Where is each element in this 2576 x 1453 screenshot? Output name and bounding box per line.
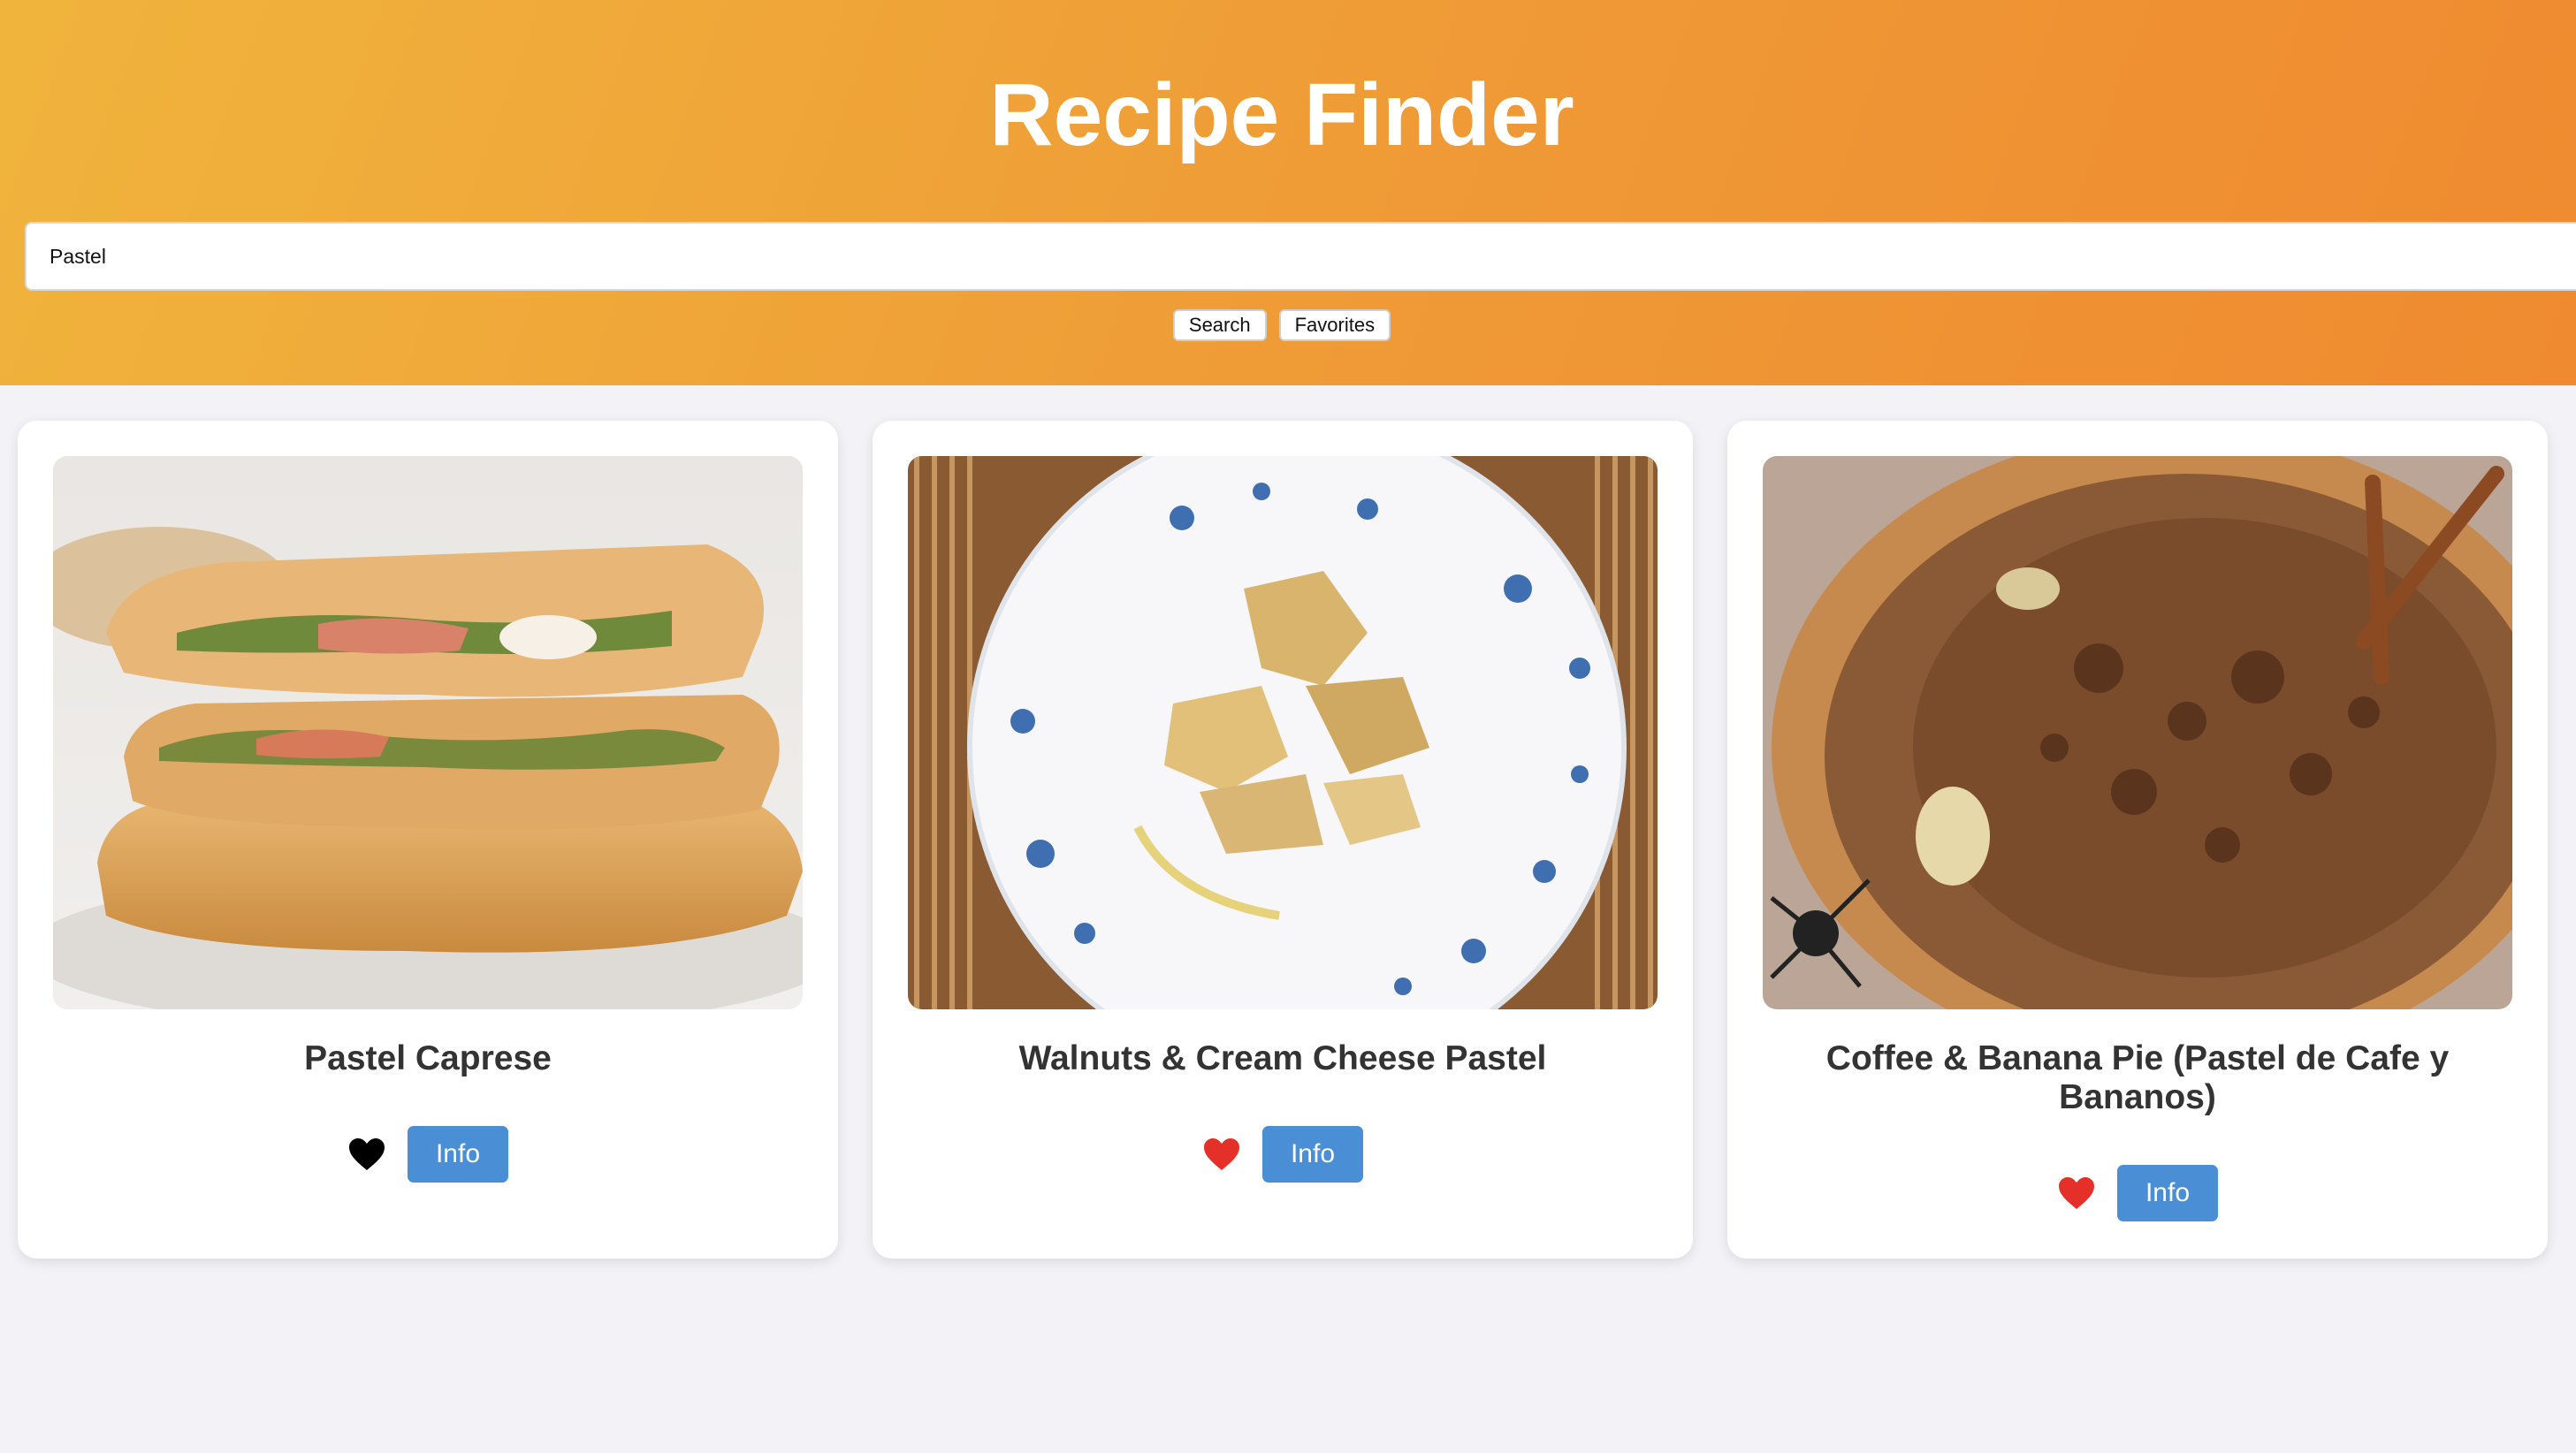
banana-pie-photo-icon [1763, 456, 2512, 1009]
search-button[interactable]: Search [1172, 309, 1267, 341]
search-button-row: Search Favorites [0, 309, 2564, 341]
recipe-card: Walnuts & Cream Cheese Pastel Info [873, 421, 1693, 1259]
fried-pastry-photo-icon [53, 456, 803, 1009]
heart-icon[interactable] [2057, 1175, 2096, 1211]
info-button[interactable]: Info [408, 1126, 508, 1183]
info-button[interactable]: Info [1262, 1126, 1363, 1183]
page-title: Recipe Finder [989, 65, 1574, 164]
info-button[interactable]: Info [2117, 1165, 2218, 1221]
recipe-actions: Info [1727, 1165, 2548, 1221]
recipe-image [908, 456, 1658, 1009]
recipe-image [53, 456, 803, 1009]
recipe-title: Coffee & Banana Pie (Pastel de Cafe y Ba… [1825, 1039, 2450, 1116]
header: Recipe Finder Search Favorites [0, 0, 2576, 385]
recipe-card: Pastel Caprese Info [18, 421, 838, 1259]
search-input[interactable] [25, 222, 2576, 291]
recipe-actions: Info [873, 1126, 1693, 1183]
recipe-card: Coffee & Banana Pie (Pastel de Cafe y Ba… [1727, 421, 2548, 1259]
recipe-image [1763, 456, 2512, 1009]
recipe-title: Pastel Caprese [304, 1039, 552, 1077]
heart-icon[interactable] [347, 1137, 386, 1172]
favorites-button[interactable]: Favorites [1278, 309, 1391, 341]
recipe-actions: Info [18, 1126, 838, 1183]
plate-pastries-photo-icon [908, 456, 1658, 1009]
heart-icon[interactable] [1202, 1137, 1241, 1172]
recipe-title: Walnuts & Cream Cheese Pastel [1018, 1039, 1547, 1077]
